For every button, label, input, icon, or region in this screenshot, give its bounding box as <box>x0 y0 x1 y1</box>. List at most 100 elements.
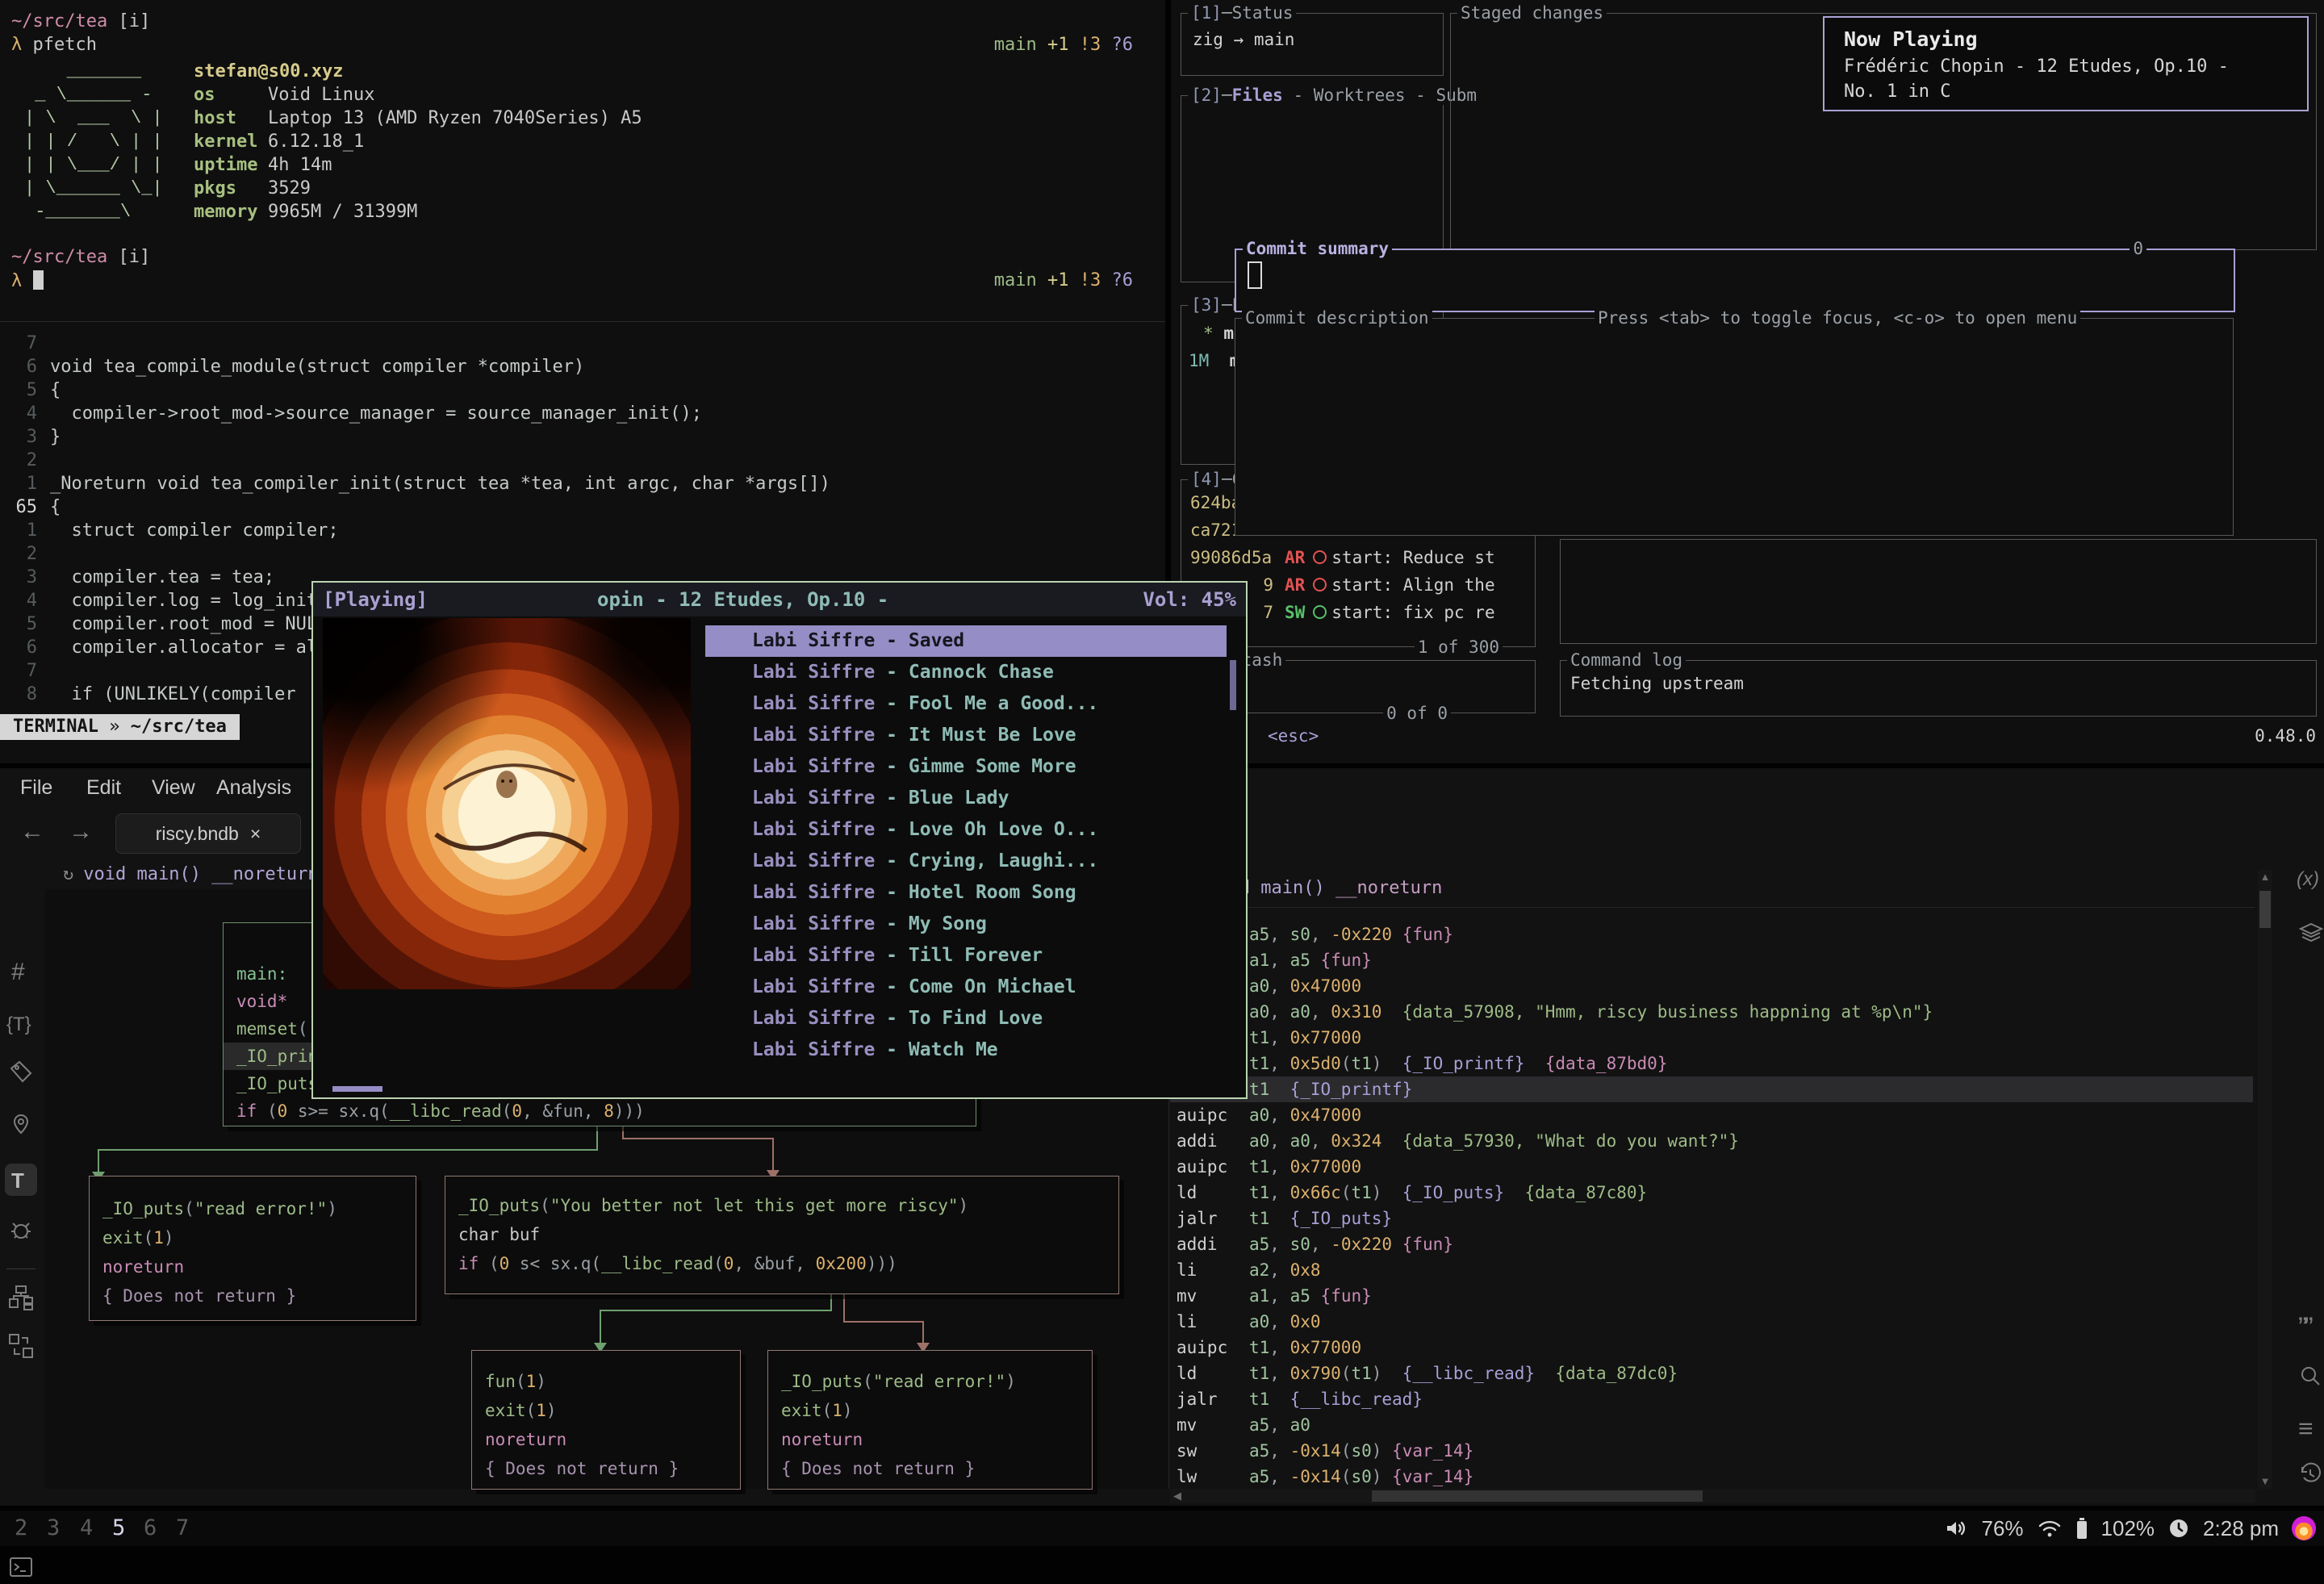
disasm-row[interactable]: ldt1, 0x66c(t1) {_IO_puts} {data_87c80} <box>1170 1180 2253 1206</box>
tag-icon[interactable] <box>8 1059 34 1089</box>
graph-node-riscy[interactable]: _IO_puts("You better not let this get mo… <box>445 1176 1119 1294</box>
disasm-row[interactable]: auipct1, 0x77000 <box>1170 1154 2253 1180</box>
nav-back-button[interactable]: ← <box>20 818 44 846</box>
prompt-line-2[interactable]: λ <box>11 270 44 291</box>
types-icon[interactable]: {T} <box>6 1014 31 1036</box>
code-line: 6void tea_compile_module(struct compiler… <box>0 355 1165 378</box>
menu-analysis[interactable]: Analysis <box>216 776 291 800</box>
track-row[interactable]: Labi Siffre - To Find Love <box>705 1003 1227 1034</box>
track-row[interactable]: Labi Siffre - Saved <box>705 625 1227 657</box>
menu-file[interactable]: File <box>20 776 52 800</box>
layers-icon[interactable] <box>2298 922 2324 950</box>
track-row[interactable]: Labi Siffre - Cannock Chase <box>705 657 1227 688</box>
disasm-row[interactable]: ldt1, 0x790(t1) {__libc_read} {data_87dc… <box>1170 1360 2253 1386</box>
track-row[interactable]: Labi Siffre - Love Oh Love O... <box>705 814 1227 846</box>
fetch-field: osVoid Linux <box>194 83 642 107</box>
track-row[interactable]: Labi Siffre - Watch Me <box>705 1034 1227 1066</box>
workspace-6[interactable]: 6 <box>144 1511 157 1546</box>
disasm-row[interactable]: ldt1, 0x5d0(t1) {_IO_printf} {data_87bd0… <box>1170 1051 2253 1076</box>
graph-node-line: { Does not return } <box>90 1281 416 1310</box>
disasm-row[interactable]: lwa5, -0x14(s0) {var_14} <box>1170 1464 2253 1490</box>
cross-references-icon[interactable] <box>6 1331 36 1365</box>
commit-description-input[interactable]: Commit description Press <tab> to toggle… <box>1235 318 2234 536</box>
workspace-7[interactable]: 7 <box>176 1511 189 1546</box>
disasm-row[interactable]: jalrt1 {_IO_puts} <box>1170 1206 2253 1231</box>
disasm-row[interactable]: swa5, -0x14(s0) {var_14} <box>1170 1438 2253 1464</box>
music-player-window: [Playing] opin - 12 Etudes, Op.10 - Vol:… <box>311 581 1248 1099</box>
log-lines-icon[interactable]: ≡ <box>2298 1414 2314 1444</box>
graph-node-fun[interactable]: fun(1)exit(1)noreturn{ Does not return } <box>471 1350 741 1490</box>
strings-icon[interactable]: ”” <box>2298 1312 2310 1344</box>
panel-status[interactable]: [1]─Status zig → main <box>1181 13 1444 76</box>
menu-view[interactable]: View <box>152 776 195 800</box>
type-view-icon[interactable]: T <box>11 1168 24 1193</box>
graph-node-read-error-left[interactable]: _IO_puts("read error!")exit(1)noreturn{ … <box>89 1176 416 1321</box>
disasm-row[interactable]: mva1, a5 {fun} <box>1170 1283 2253 1309</box>
disasm-row[interactable]: addia0, a0, 0x310 {data_57908, "Hmm, ris… <box>1170 999 2253 1025</box>
battery-icon[interactable] <box>2075 1517 2088 1540</box>
player-scrollbar[interactable] <box>1230 660 1236 710</box>
scrollbar-thumb[interactable] <box>2259 891 2271 928</box>
track-row[interactable]: Labi Siffre - Fool Me a Good... <box>705 688 1227 720</box>
menu-edit[interactable]: Edit <box>86 776 121 800</box>
branch-status: zig → main <box>1193 30 1294 49</box>
scrollbar-thumb[interactable] <box>1372 1490 1703 1502</box>
speaker-icon[interactable] <box>1945 1518 1969 1539</box>
flame-app-badge[interactable] <box>2292 1516 2316 1540</box>
workspace-3[interactable]: 3 <box>47 1511 60 1546</box>
disasm-row[interactable]: lia2, 0x8 <box>1170 1257 2253 1283</box>
disasm-row[interactable]: jalrt1 {_IO_printf} <box>1170 1076 2253 1102</box>
track-row[interactable]: Labi Siffre - Gimme Some More <box>705 751 1227 783</box>
tab-riscy-bndb[interactable]: riscy.bndb× <box>115 813 301 854</box>
pfetch-ascii-logo: _______ _ \______ - | \ ___ \ | | | / \ … <box>24 60 163 224</box>
track-row[interactable]: Labi Siffre - Blue Lady <box>705 783 1227 814</box>
disasm-row[interactable]: auipca0, 0x47000 <box>1170 973 2253 999</box>
function-breadcrumb[interactable]: ↻void main() __noreturn <box>63 859 319 891</box>
location-pin-icon[interactable] <box>8 1112 34 1142</box>
nav-forward-button[interactable]: → <box>69 818 93 846</box>
workspace-2[interactable]: 2 <box>15 1511 27 1546</box>
close-icon[interactable]: × <box>250 823 261 844</box>
track-list[interactable]: Labi Siffre - SavedLabi Siffre - Cannock… <box>313 583 1246 1097</box>
history-clock-icon[interactable] <box>2298 1462 2322 1490</box>
sidebar-divider <box>6 1268 36 1269</box>
variables-icon[interactable]: (x) <box>2297 868 2319 891</box>
track-row[interactable]: Labi Siffre - Come On Michael <box>705 972 1227 1003</box>
disasm-row[interactable]: addia5, s0, -0x220 {fun} <box>1170 922 2253 947</box>
track-row[interactable]: Labi Siffre - It Must Be Love <box>705 720 1227 751</box>
symbols-icon[interactable]: # <box>11 959 25 986</box>
vertical-scrollbar[interactable]: ▲ ▼ <box>2258 870 2272 1489</box>
disasm-row[interactable]: auipct1, 0x77000 <box>1170 1335 2253 1360</box>
console-icon[interactable] <box>8 1554 34 1584</box>
scroll-up-icon[interactable]: ▲ <box>2258 870 2272 884</box>
disasm-row[interactable]: addia0, a0, 0x324 {data_57930, "What do … <box>1170 1128 2253 1154</box>
graph-node-read-error-right[interactable]: _IO_puts("read error!")exit(1)noreturn{ … <box>767 1350 1093 1490</box>
disasm-row[interactable]: jalrt1 {__libc_read} <box>1170 1386 2253 1412</box>
git-status-segment: main +1 !3 ?6 <box>994 35 1133 55</box>
wifi-icon[interactable] <box>2037 1519 2063 1538</box>
bug-icon[interactable] <box>8 1217 34 1247</box>
graph-node-line: _IO_puts("read error!") <box>768 1367 1092 1396</box>
commit-row[interactable]: 99086d5aARstart: Reduce st <box>1190 544 1495 571</box>
track-row[interactable]: Labi Siffre - Crying, Laughi... <box>705 846 1227 877</box>
now-playing-notification[interactable]: Now Playing Frédéric Chopin - 12 Etudes,… <box>1823 16 2309 111</box>
disasm-row[interactable]: lia0, 0x0 <box>1170 1309 2253 1335</box>
track-row[interactable]: Labi Siffre - Till Forever <box>705 940 1227 972</box>
disasm-row[interactable]: mva1, a5 {fun} <box>1170 947 2253 973</box>
disasm-row[interactable]: mva5, a0 <box>1170 1412 2253 1438</box>
hierarchy-icon[interactable] <box>6 1283 36 1316</box>
track-row[interactable]: Labi Siffre - Hotel Room Song <box>705 877 1227 909</box>
disasm-row[interactable]: auipca0, 0x47000 <box>1170 1102 2253 1128</box>
disasm-row[interactable]: addia5, s0, -0x220 {fun} <box>1170 1231 2253 1257</box>
workspace-5[interactable]: 5 <box>112 1511 125 1546</box>
search-icon[interactable] <box>2298 1364 2322 1392</box>
scroll-down-icon[interactable]: ▼ <box>2258 1474 2272 1489</box>
workspace-4[interactable]: 4 <box>80 1511 93 1546</box>
scroll-left-icon[interactable]: ◀ <box>1170 1489 1185 1503</box>
disasm-row[interactable]: auipct1, 0x77000 <box>1170 1025 2253 1051</box>
track-row[interactable]: Labi Siffre - My Song <box>705 909 1227 940</box>
commit-summary-input[interactable]: Commit summary 0 <box>1235 249 2235 312</box>
code-editor[interactable]: 76void tea_compile_module(struct compile… <box>0 321 1165 322</box>
playback-progress-bar[interactable] <box>332 1086 382 1092</box>
horizontal-scrollbar[interactable]: ◀ <box>1170 1489 2255 1503</box>
